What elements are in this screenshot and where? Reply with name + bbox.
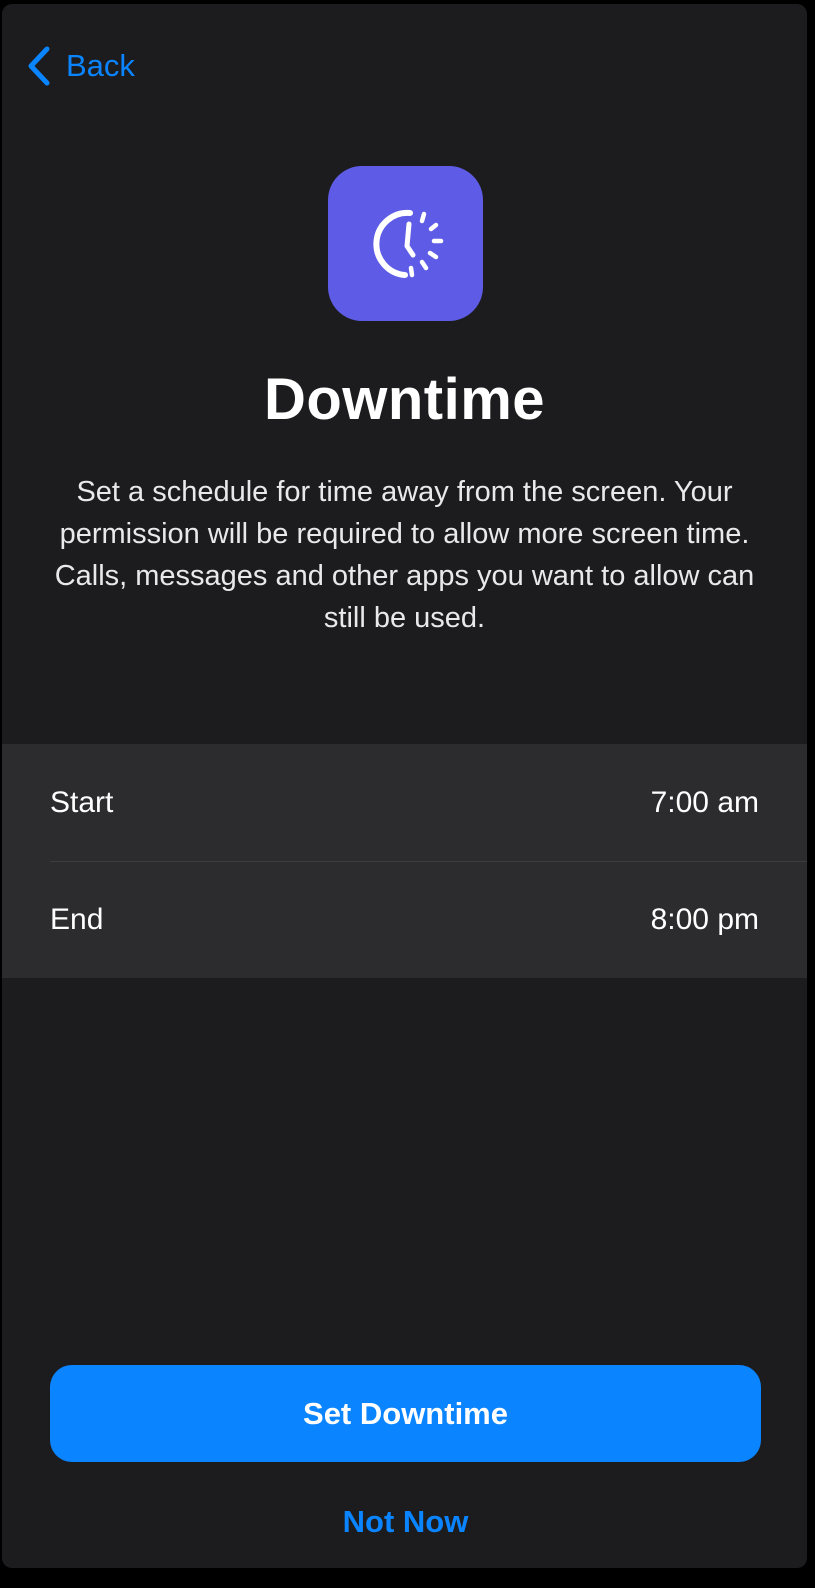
downtime-screen: Back Downtime Set a schedule for time aw… [2,4,807,1568]
start-time-value: 7:00 am [650,785,759,819]
end-time-label: End [50,902,104,936]
back-button-label: Back [66,48,135,83]
start-time-row[interactable]: Start 7:00 am [2,744,807,861]
end-time-value: 8:00 pm [650,902,759,936]
start-time-label: Start [50,785,114,819]
page-description: Set a schedule for time away from the sc… [54,476,755,634]
schedule-group: Start 7:00 am End 8:00 pm [2,744,807,978]
not-now-button[interactable]: Not Now [202,1494,609,1550]
end-time-row[interactable]: End 8:00 pm [2,861,807,978]
downtime-clock-icon [328,166,483,321]
set-downtime-button[interactable]: Set Downtime [50,1365,761,1462]
chevron-left-icon [28,46,50,86]
back-button[interactable]: Back [26,42,135,90]
page-title: Downtime [263,367,546,432]
